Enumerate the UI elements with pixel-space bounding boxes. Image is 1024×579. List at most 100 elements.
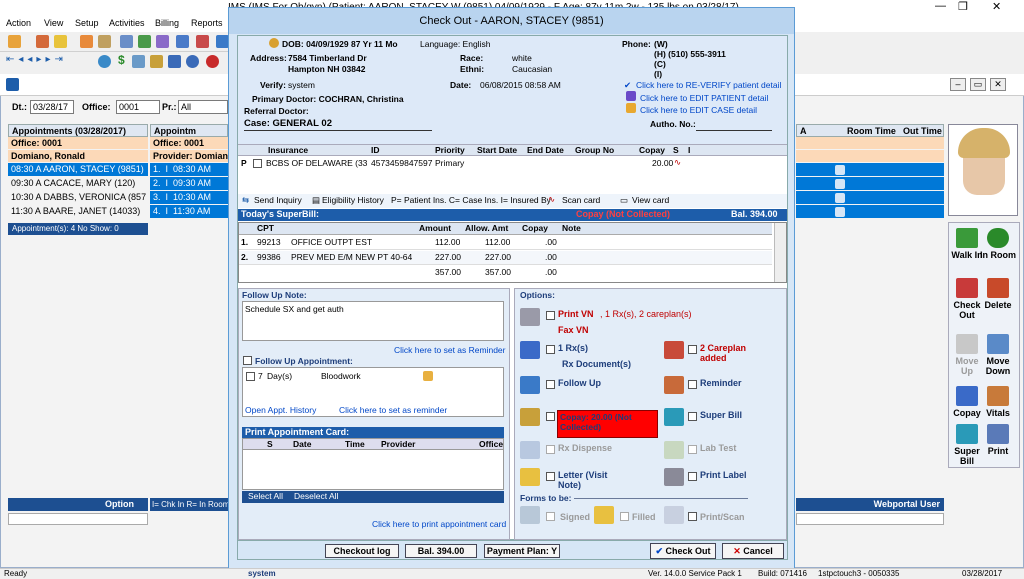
letter-label[interactable]: Letter (Visit Note) xyxy=(558,470,620,490)
appointment-icon[interactable] xyxy=(54,35,67,48)
list-scrollbar[interactable] xyxy=(8,513,148,525)
child-restore-icon[interactable]: ▭ xyxy=(970,78,986,91)
followup-item-checkbox[interactable] xyxy=(246,372,255,381)
table-row[interactable]: 4. I 11:30 AM xyxy=(150,205,228,218)
send-inquiry-link[interactable]: Send Inquiry xyxy=(254,195,302,206)
letter-checkbox[interactable] xyxy=(546,472,555,481)
filled-checkbox[interactable] xyxy=(620,512,629,521)
scan-card-link[interactable]: Scan card xyxy=(562,195,600,206)
print-label-checkbox[interactable] xyxy=(688,472,697,481)
check-out-button[interactable]: ✔ Check Out xyxy=(650,543,716,559)
folder-icon[interactable] xyxy=(80,35,93,48)
deselect-all-button[interactable]: Deselect All xyxy=(294,491,338,502)
set-reminder-link[interactable]: Click here to set as Reminder xyxy=(394,345,506,355)
webportal-user[interactable]: Webportal User xyxy=(796,498,944,511)
rx-dispense-checkbox[interactable] xyxy=(546,445,555,454)
cart-icon[interactable] xyxy=(150,55,163,68)
building-icon[interactable] xyxy=(132,55,145,68)
reminder-label[interactable]: Reminder xyxy=(700,378,742,388)
cancel-button[interactable]: ✕ Cancel xyxy=(722,543,784,559)
follow-up-label[interactable]: Follow Up xyxy=(558,378,601,388)
print-label-label[interactable]: Print Label xyxy=(700,470,747,480)
dollar-icon[interactable]: $ xyxy=(118,53,125,67)
select-all-button[interactable]: Select All xyxy=(248,491,283,502)
scan-icon[interactable] xyxy=(176,35,189,48)
report-icon[interactable] xyxy=(196,35,209,48)
table-row[interactable] xyxy=(796,177,944,190)
table-row[interactable]: P BCBS OF DELAWARE (33 4573459847597 Pri… xyxy=(238,157,787,169)
rx-icon[interactable] xyxy=(156,35,169,48)
reverify-link[interactable]: Click here to RE-VERIFY patient detail xyxy=(636,80,781,90)
exit-icon[interactable] xyxy=(206,55,219,68)
table-row[interactable]: 2. 99386 PREV MED E/M NEW PT 40-64 227.0… xyxy=(239,251,772,265)
lab-icon[interactable] xyxy=(138,35,151,48)
move-down-button[interactable]: Move Down xyxy=(980,334,1016,376)
in-room-button[interactable]: In Room xyxy=(980,228,1016,260)
signed-checkbox[interactable] xyxy=(546,512,555,521)
note-icon[interactable] xyxy=(835,206,845,217)
nav-arrows-icon[interactable]: ⇤◂◂▸▸⇥ xyxy=(6,54,67,65)
provider-select[interactable]: All xyxy=(178,100,228,114)
table-row[interactable]: 2. I 09:30 AM xyxy=(150,177,228,190)
reminder-checkbox[interactable] xyxy=(688,380,697,389)
followup-note-input[interactable]: Schedule SX and get auth xyxy=(242,301,504,341)
menu-billing[interactable]: Billing xyxy=(155,18,179,28)
office-select[interactable]: 0001 xyxy=(116,100,160,114)
note-icon[interactable] xyxy=(835,178,845,189)
print-card-link[interactable]: Click here to print appointment card xyxy=(372,519,506,529)
delete-button[interactable]: Delete xyxy=(980,278,1016,310)
fax-vn-label[interactable]: Fax VN xyxy=(558,325,589,335)
user-icon[interactable] xyxy=(8,35,21,48)
help-icon[interactable] xyxy=(186,55,199,68)
print-vn-label[interactable]: Print VN xyxy=(558,309,594,319)
table-row[interactable] xyxy=(796,191,944,204)
edit-case-link[interactable]: Click here to EDIT CASE detail xyxy=(640,105,757,115)
menu-activities[interactable]: Activities xyxy=(109,18,145,28)
chart-icon[interactable] xyxy=(98,35,111,48)
view-card-link[interactable]: View card xyxy=(632,195,669,206)
edit-patient-link[interactable]: Click here to EDIT PATIENT detail xyxy=(640,93,768,103)
superbill-scrollbar[interactable] xyxy=(774,223,786,282)
insurance-checkbox[interactable] xyxy=(253,159,262,168)
table-row[interactable] xyxy=(796,163,944,176)
close-icon[interactable]: ✕ xyxy=(992,0,1001,13)
note-icon[interactable] xyxy=(835,192,845,203)
follow-up-checkbox[interactable] xyxy=(546,380,555,389)
list-item[interactable]: 11:30 A BAARE, JANET (14033) xyxy=(8,205,148,218)
careplan-label[interactable]: 2 Careplan added xyxy=(700,343,770,363)
menu-action[interactable]: Action xyxy=(6,18,31,28)
menu-reports[interactable]: Reports xyxy=(191,18,223,28)
option-button[interactable]: Option xyxy=(8,498,148,511)
right-scrollbar[interactable] xyxy=(796,513,944,525)
set-as-reminder-link[interactable]: Click here to set as reminder xyxy=(339,405,447,416)
checkout-log-button[interactable]: Checkout log xyxy=(325,544,399,558)
table-row[interactable] xyxy=(796,205,944,218)
patient-icon[interactable] xyxy=(36,35,49,48)
table-row[interactable]: 1. 99213 OFFICE OUTPT EST 112.00 112.00 … xyxy=(239,236,772,250)
print-button[interactable]: Print xyxy=(980,424,1016,456)
list-item[interactable]: 09:30 A CACACE, MARY (120) xyxy=(8,177,148,190)
autho-field[interactable] xyxy=(696,130,772,131)
rx-checkbox[interactable] xyxy=(546,345,555,354)
calendar-icon[interactable] xyxy=(423,371,433,381)
table-row[interactable]: 3. I 10:30 AM xyxy=(150,191,228,204)
table-row[interactable]: 1. I 08:30 AM xyxy=(150,163,228,176)
rx-documents[interactable]: Rx Document(s) xyxy=(562,359,631,369)
menu-view[interactable]: View xyxy=(44,18,63,28)
grid-icon[interactable] xyxy=(168,55,181,68)
vitals-button[interactable]: Vitals xyxy=(980,386,1016,418)
open-history-link[interactable]: Open Appt. History xyxy=(245,405,316,416)
document-icon[interactable] xyxy=(120,35,133,48)
menu-setup[interactable]: Setup xyxy=(75,18,99,28)
print-scan-checkbox[interactable] xyxy=(688,512,697,521)
date-field[interactable]: 03/28/17 xyxy=(30,100,74,114)
copay-alert[interactable]: Copay: 20.00 (Not Collected) xyxy=(557,410,658,438)
refresh-icon[interactable] xyxy=(98,55,111,68)
child-close-icon[interactable]: ✕ xyxy=(990,78,1006,91)
followup-appt-checkbox[interactable] xyxy=(243,356,252,365)
signature-icon[interactable]: ∿ xyxy=(674,157,681,168)
rx-count[interactable]: 1 Rx(s) xyxy=(558,343,588,353)
eligibility-history-link[interactable]: Eligibility History xyxy=(322,195,384,206)
lab-test-checkbox[interactable] xyxy=(688,445,697,454)
list-item[interactable]: 08:30 A AARON, STACEY (9851) xyxy=(8,163,148,176)
